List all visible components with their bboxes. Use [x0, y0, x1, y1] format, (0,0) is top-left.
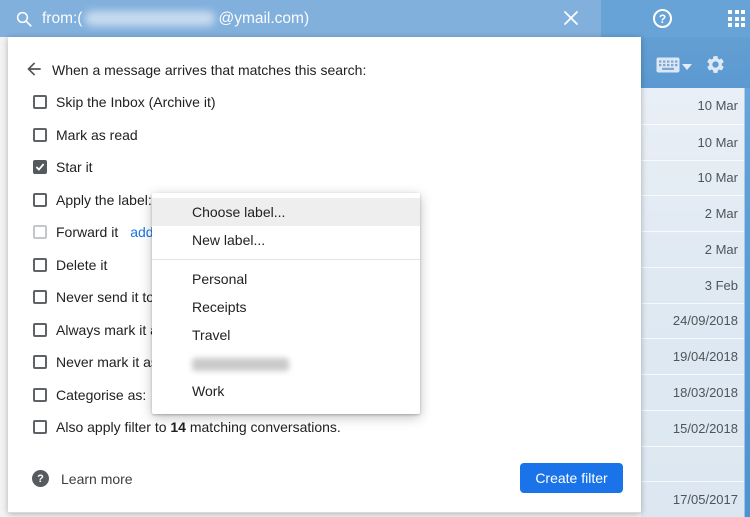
- panel-title: When a message arrives that matches this…: [52, 62, 366, 78]
- search-query[interactable]: from:( @ymail.com): [42, 10, 309, 28]
- email-date: 24/09/2018: [673, 313, 738, 328]
- checkbox[interactable]: [33, 355, 47, 369]
- label-menu-item[interactable]: Choose label...: [152, 198, 420, 226]
- redacted-label: [192, 358, 289, 371]
- chevron-down-icon[interactable]: [682, 64, 692, 70]
- search-query-suffix: @ymail.com): [218, 10, 309, 28]
- email-row[interactable]: 10 Mar: [641, 160, 750, 196]
- close-search-icon[interactable]: [563, 10, 579, 26]
- checkbox[interactable]: [33, 420, 47, 434]
- checkbox[interactable]: [33, 95, 47, 109]
- checkbox[interactable]: [33, 388, 47, 402]
- email-row[interactable]: 10 Mar: [641, 124, 750, 160]
- email-date: 10 Mar: [698, 135, 738, 150]
- email-date: 18/03/2018: [673, 385, 738, 400]
- help-filled-icon: ?: [32, 470, 49, 487]
- email-row[interactable]: [641, 446, 750, 482]
- email-row[interactable]: 2 Mar: [641, 231, 750, 267]
- filter-option-row[interactable]: Star it: [33, 151, 637, 184]
- search-query-prefix: from:(: [42, 10, 82, 28]
- email-date: 10 Mar: [698, 98, 738, 113]
- filter-option-row[interactable]: Also apply filter to 14 matching convers…: [33, 411, 637, 444]
- filter-option-label: Delete it: [56, 257, 107, 273]
- filter-option-row[interactable]: Mark as read: [33, 118, 637, 151]
- top-bar: from:( @ymail.com) ?: [0, 0, 750, 37]
- email-row[interactable]: 3 Feb: [641, 267, 750, 303]
- email-date: 17/05/2017: [673, 492, 738, 507]
- gear-icon[interactable]: [705, 54, 726, 75]
- filter-option-label: Star it: [56, 159, 93, 175]
- checkbox[interactable]: [33, 290, 47, 304]
- email-date: 19/04/2018: [673, 349, 738, 364]
- email-row[interactable]: 10 Mar: [641, 88, 750, 124]
- email-row[interactable]: 24/09/2018: [641, 303, 750, 339]
- menu-separator: [152, 259, 420, 260]
- label-menu: Choose label... New label... Personal Re…: [152, 193, 420, 414]
- search-icon: [15, 10, 33, 28]
- filter-option-label: Skip the Inbox (Archive it): [56, 94, 216, 110]
- email-row[interactable]: 2 Mar: [641, 195, 750, 231]
- help-icon[interactable]: ?: [653, 9, 672, 28]
- checkbox[interactable]: [33, 323, 47, 337]
- filter-option-label: Categorise as:: [56, 387, 146, 403]
- checkbox[interactable]: [33, 193, 47, 207]
- label-menu-item[interactable]: New label...: [152, 226, 420, 254]
- email-row[interactable]: 19/04/2018: [641, 338, 750, 374]
- search-bar[interactable]: from:( @ymail.com): [0, 0, 601, 37]
- gmail-window: from:( @ymail.com) ? 10 Mar 10 Mar 10 Mar…: [0, 0, 750, 517]
- checkbox[interactable]: [33, 258, 47, 272]
- label-menu-item[interactable]: Travel: [152, 321, 420, 349]
- filter-option-row[interactable]: Skip the Inbox (Archive it): [33, 86, 637, 119]
- filter-option-label: Apply the label:: [56, 192, 152, 208]
- apps-grid-icon[interactable]: [728, 10, 745, 27]
- label-menu-item[interactable]: Receipts: [152, 293, 420, 321]
- label-menu-item[interactable]: Work: [152, 377, 420, 405]
- label-menu-item[interactable]: Personal: [152, 265, 420, 293]
- email-date: 2 Mar: [705, 242, 738, 257]
- checkbox[interactable]: [33, 160, 47, 174]
- filter-option-label: Mark as read: [56, 127, 138, 143]
- email-date: 10 Mar: [698, 170, 738, 185]
- checkbox[interactable]: [33, 128, 47, 142]
- learn-more-label: Learn more: [61, 471, 133, 487]
- email-date: 3 Feb: [705, 278, 738, 293]
- create-filter-button[interactable]: Create filter: [520, 463, 623, 493]
- email-row[interactable]: 18/03/2018: [641, 374, 750, 410]
- email-date: 2 Mar: [705, 206, 738, 221]
- label-menu-item[interactable]: [152, 349, 420, 377]
- back-arrow-icon[interactable]: [24, 59, 44, 79]
- email-row[interactable]: 17/05/2017: [641, 481, 750, 517]
- scrollbar-strip[interactable]: [744, 88, 750, 517]
- filter-option-label: Forward it: [56, 224, 118, 240]
- email-date: 15/02/2018: [673, 421, 738, 436]
- email-row[interactable]: 15/02/2018: [641, 410, 750, 446]
- keyboard-input-icon[interactable]: [656, 57, 680, 78]
- check-icon: [35, 162, 45, 172]
- email-list: 10 Mar 10 Mar 10 Mar 2 Mar 2 Mar 3 Feb 2…: [641, 88, 750, 517]
- checkbox[interactable]: [33, 225, 47, 239]
- learn-more-link[interactable]: ? Learn more: [32, 470, 133, 487]
- redacted-email-name: [85, 11, 215, 26]
- filter-option-label: Also apply filter to 14 matching convers…: [56, 419, 341, 435]
